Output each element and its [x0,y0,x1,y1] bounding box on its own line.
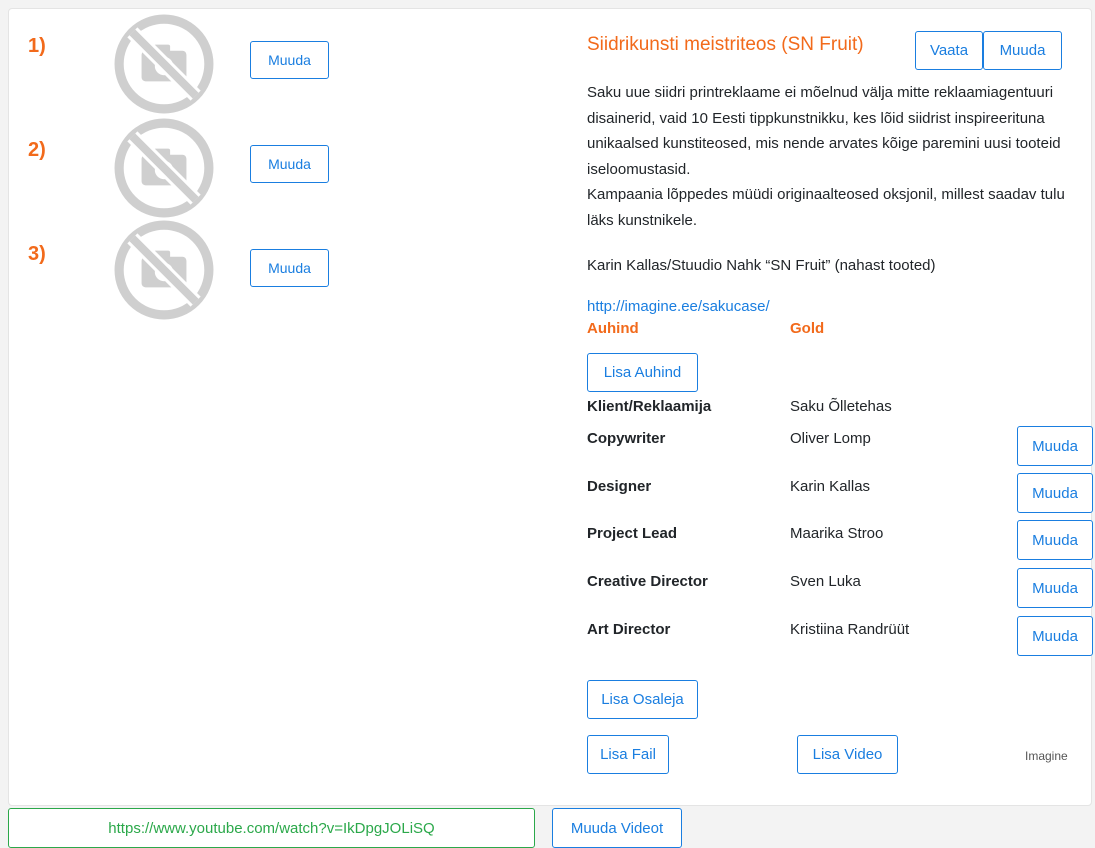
thumb-number: 1) [28,35,46,57]
participant-name: Maarika Stroo [790,525,884,542]
award-label: Auhind [587,320,639,337]
thumb-edit-button[interactable]: Muuda [250,249,329,287]
participant-edit-button[interactable]: Muuda [1017,473,1093,513]
edit-work-button[interactable]: Muuda [983,31,1062,70]
description-paragraph: Saku uue siidri printreklaame ei mõelnud… [587,84,1061,178]
add-video-button[interactable]: Lisa Video [797,735,898,774]
description-paragraph: Kampaania lõppedes müüdi originaalteosed… [587,186,1065,229]
participant-edit-button[interactable]: Muuda [1017,426,1093,466]
participant-edit-button[interactable]: Muuda [1017,616,1093,656]
add-participant-button[interactable]: Lisa Osaleja [587,680,698,719]
video-url-field[interactable]: https://www.youtube.com/watch?v=IkDpgJOL… [8,808,535,848]
participant-role: Copywriter [587,430,666,447]
participant-name: Kristiina Randrüüt [790,621,910,638]
add-file-button[interactable]: Lisa Fail [587,735,669,774]
work-credit: Karin Kallas/Stuudio Nahk “SN Fruit” (na… [587,257,936,274]
thumb-edit-button[interactable]: Muuda [250,145,329,183]
participant-name: Sven Luka [790,573,861,590]
thumb-number: 3) [28,243,46,265]
no-camera-icon [114,118,214,218]
participant-name: Oliver Lomp [790,430,871,447]
participant-role: Project Lead [587,525,678,542]
no-camera-icon [114,220,214,320]
client-value: Saku Õlletehas [790,398,892,415]
participant-role: Creative Director [587,573,708,590]
thumb-number: 2) [28,139,46,161]
work-title: Siidrikunsti meistriteos (SN Fruit) [587,34,864,55]
award-value: Gold [790,320,825,337]
no-camera-icon [114,14,214,114]
work-description: Saku uue siidri printreklaame ei mõelnud… [587,80,1077,233]
view-button[interactable]: Vaata [915,31,983,70]
work-link[interactable]: http://imagine.ee/sakucase/ [587,298,770,315]
participant-edit-button[interactable]: Muuda [1017,568,1093,608]
participant-role: Designer [587,478,652,495]
agency-label: Imagine [1025,749,1068,763]
participant-edit-button[interactable]: Muuda [1017,520,1093,560]
add-award-button[interactable]: Lisa Auhind [587,353,698,392]
edit-videos-button[interactable]: Muuda Videot [552,808,682,848]
thumb-edit-button[interactable]: Muuda [250,41,329,79]
participant-name: Karin Kallas [790,478,871,495]
client-label: Klient/Reklaamija [587,398,712,415]
participant-role: Art Director [587,621,671,638]
